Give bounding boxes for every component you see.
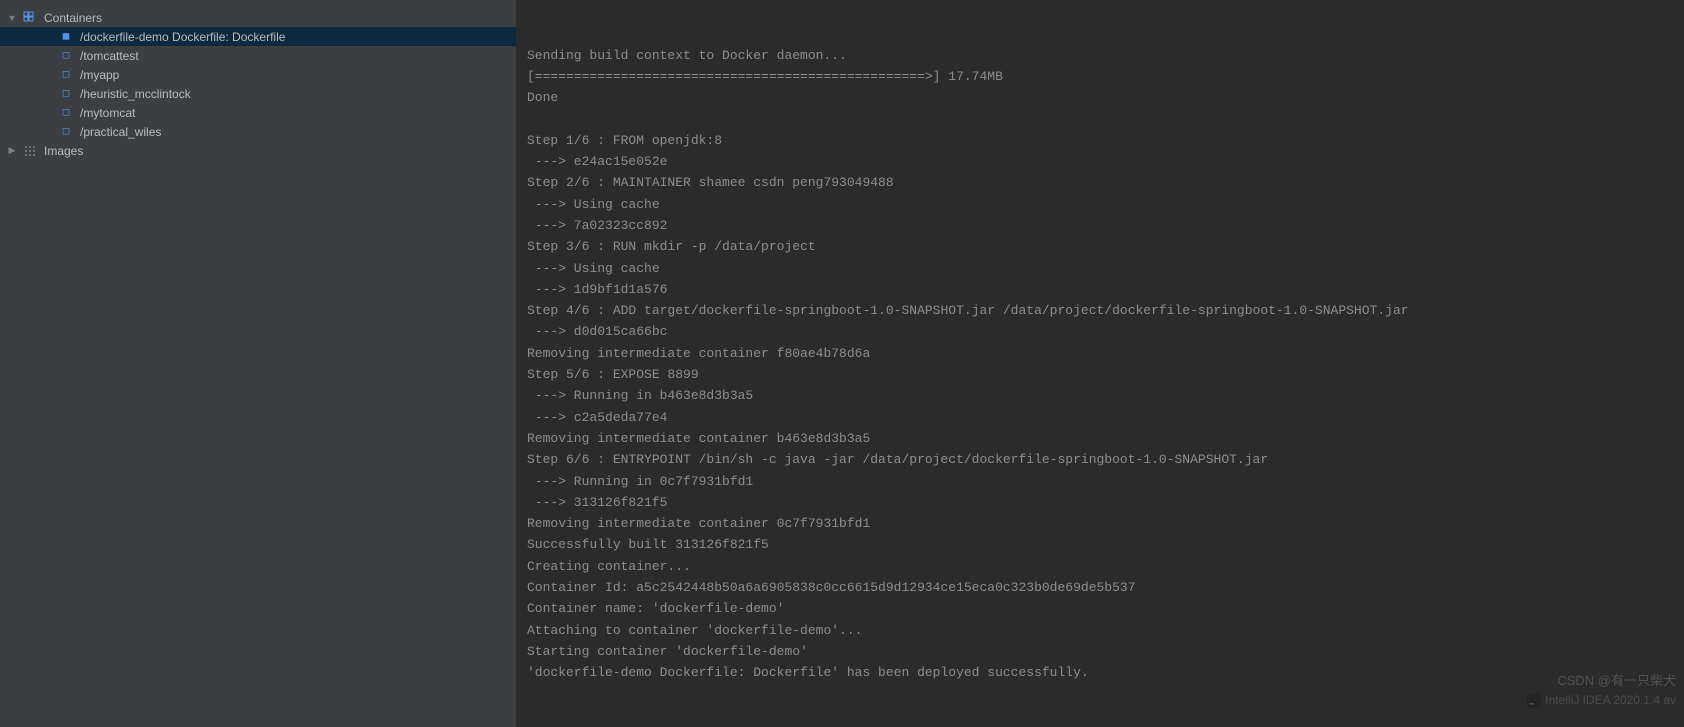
console-line: ---> 1d9bf1d1a576 <box>527 279 1674 300</box>
console-line: Creating container... <box>527 556 1674 577</box>
console-line: ---> Using cache <box>527 258 1674 279</box>
tree-item-dockerfile-demo[interactable]: ◼ /dockerfile-demo Dockerfile: Dockerfil… <box>0 27 516 46</box>
console-line: Container Id: a5c2542448b50a6a6905838c0c… <box>527 577 1674 598</box>
images-icon <box>22 143 38 159</box>
console-line: Sending build context to Docker daemon..… <box>527 45 1674 66</box>
console-line: Attaching to container 'dockerfile-demo'… <box>527 620 1674 641</box>
console-line: ---> 7a02323cc892 <box>527 215 1674 236</box>
tree-item-myapp[interactable]: ◻ /myapp <box>0 65 516 84</box>
container-icon: ◻ <box>58 124 74 140</box>
console-line: Done <box>527 87 1674 108</box>
console-output[interactable]: Sending build context to Docker daemon..… <box>517 0 1684 727</box>
console-line: 'dockerfile-demo Dockerfile: Dockerfile'… <box>527 662 1674 683</box>
tree-node-images[interactable]: ▶ Images <box>0 141 516 160</box>
console-line: Step 2/6 : MAINTAINER shamee csdn peng79… <box>527 172 1674 193</box>
intellij-icon <box>1527 693 1541 707</box>
tree-label: /dockerfile-demo Dockerfile: Dockerfile <box>80 30 285 44</box>
console-line: ---> e24ac15e052e <box>527 151 1674 172</box>
tree-label: Containers <box>44 11 102 25</box>
console-line: ---> c2a5deda77e4 <box>527 407 1674 428</box>
tree-item-practical-wiles[interactable]: ◻ /practical_wiles <box>0 122 516 141</box>
tree-item-mytomcat[interactable]: ◻ /mytomcat <box>0 103 516 122</box>
console-line <box>527 108 1674 129</box>
tree-label: /myapp <box>80 68 119 82</box>
console-line: [=======================================… <box>527 66 1674 87</box>
console-line: ---> 313126f821f5 <box>527 492 1674 513</box>
tree-item-tomcattest[interactable]: ◻ /tomcattest <box>0 46 516 65</box>
console-line: Removing intermediate container 0c7f7931… <box>527 513 1674 534</box>
watermark: CSDN @有一只柴犬 <box>1557 670 1676 691</box>
console-line: Step 5/6 : EXPOSE 8899 <box>527 364 1674 385</box>
console-line: Removing intermediate container f80ae4b7… <box>527 343 1674 364</box>
console-line: ---> Running in b463e8d3b3a5 <box>527 385 1674 406</box>
expand-arrow-icon[interactable]: ▶ <box>6 145 18 156</box>
console-line: Step 4/6 : ADD target/dockerfile-springb… <box>527 300 1674 321</box>
tree-label: /heuristic_mcclintock <box>80 87 191 101</box>
container-icon: ◼ <box>58 29 74 45</box>
console-line: Starting container 'dockerfile-demo' <box>527 641 1674 662</box>
console-line: Step 3/6 : RUN mkdir -p /data/project <box>527 236 1674 257</box>
console-line: ---> Running in 0c7f7931bfd1 <box>527 471 1674 492</box>
container-icon: ◻ <box>58 86 74 102</box>
console-line: Removing intermediate container b463e8d3… <box>527 428 1674 449</box>
expand-arrow-icon[interactable]: ▼ <box>6 13 18 23</box>
containers-icon <box>22 10 38 26</box>
sidebar-tree: ▼ Containers ◼ /dockerfile-demo Dockerfi… <box>0 0 517 727</box>
tree-label: Images <box>44 144 83 158</box>
container-icon: ◻ <box>58 105 74 121</box>
container-icon: ◻ <box>58 67 74 83</box>
tree-node-containers[interactable]: ▼ Containers <box>0 8 516 27</box>
console-line: Step 1/6 : FROM openjdk:8 <box>527 130 1674 151</box>
console-line: Successfully built 313126f821f5 <box>527 534 1674 555</box>
tree-label: /tomcattest <box>80 49 139 63</box>
tree-item-heuristic-mcclintock[interactable]: ◻ /heuristic_mcclintock <box>0 84 516 103</box>
console-line: ---> Using cache <box>527 194 1674 215</box>
tree-label: /mytomcat <box>80 106 135 120</box>
ide-brand: IntelliJ IDEA 2020.1.4 av <box>1527 690 1676 711</box>
console-line: Container name: 'dockerfile-demo' <box>527 598 1674 619</box>
tree-label: /practical_wiles <box>80 125 161 139</box>
console-line: ---> d0d015ca66bc <box>527 321 1674 342</box>
console-line: Step 6/6 : ENTRYPOINT /bin/sh -c java -j… <box>527 449 1674 470</box>
container-icon: ◻ <box>58 48 74 64</box>
ide-brand-label: IntelliJ IDEA 2020.1.4 av <box>1545 690 1676 711</box>
